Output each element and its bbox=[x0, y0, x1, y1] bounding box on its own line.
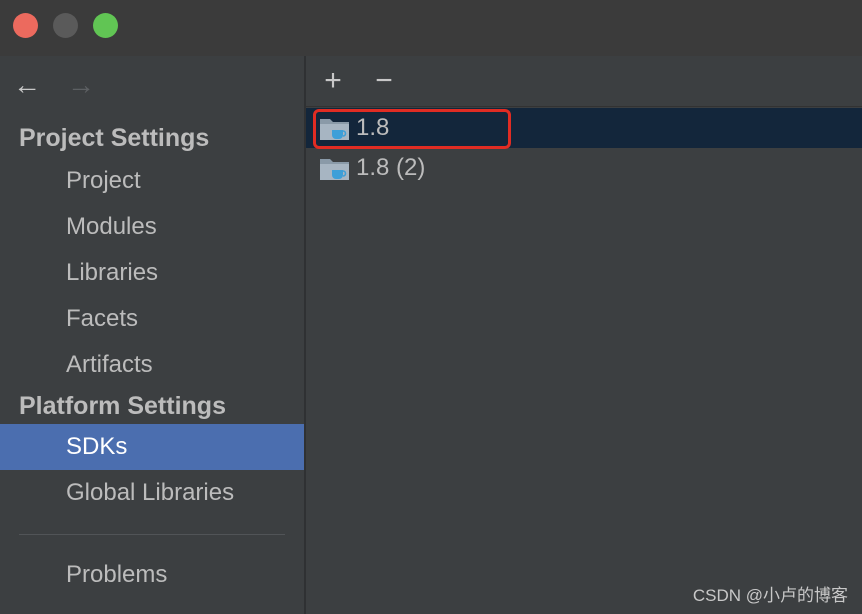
window-maximize-button[interactable] bbox=[93, 13, 118, 38]
section-title-platform-settings: Platform Settings bbox=[19, 392, 226, 420]
sidebar-item-modules[interactable]: Modules bbox=[0, 204, 304, 250]
sidebar-item-label: Global Libraries bbox=[66, 479, 235, 506]
window-close-button[interactable] bbox=[13, 13, 38, 38]
sidebar-item-label: Problems bbox=[66, 561, 168, 588]
section-title-project-settings: Project Settings bbox=[19, 124, 210, 152]
sidebar-item-label: Libraries bbox=[66, 259, 159, 286]
sidebar-item-label: Project bbox=[66, 167, 141, 194]
sidebar-item-label: SDKs bbox=[66, 433, 128, 460]
add-sdk-button[interactable]: + bbox=[318, 66, 348, 96]
title-bar bbox=[0, 0, 862, 56]
sidebar: ← → Project Settings Project Modules Lib… bbox=[0, 56, 304, 614]
watermark: CSDN @小卢的博客 bbox=[692, 586, 848, 605]
toolbar-divider bbox=[306, 106, 862, 107]
sidebar-item-sdks[interactable]: SDKs bbox=[0, 424, 304, 470]
sdk-list-item[interactable]: 1.8 (2) bbox=[306, 148, 862, 188]
sidebar-item-facets[interactable]: Facets bbox=[0, 296, 304, 342]
sidebar-item-label: Artifacts bbox=[66, 351, 153, 378]
remove-sdk-button[interactable]: − bbox=[369, 66, 399, 96]
sdk-name: 1.8 (2) bbox=[356, 154, 426, 181]
window-minimize-button[interactable] bbox=[53, 13, 78, 38]
back-arrow-icon[interactable]: ← bbox=[12, 70, 42, 100]
jdk-folder-icon bbox=[320, 159, 349, 180]
forward-arrow-icon[interactable]: → bbox=[66, 70, 96, 100]
sidebar-item-project[interactable]: Project bbox=[0, 158, 304, 204]
sidebar-divider bbox=[19, 534, 285, 535]
annotation-highlight-box bbox=[313, 109, 511, 149]
sidebar-item-label: Modules bbox=[66, 213, 157, 240]
sidebar-item-problems[interactable]: Problems bbox=[0, 552, 304, 598]
sidebar-item-label: Facets bbox=[66, 305, 139, 332]
sidebar-item-libraries[interactable]: Libraries bbox=[0, 250, 304, 296]
sidebar-item-artifacts[interactable]: Artifacts bbox=[0, 342, 304, 388]
sidebar-item-global-libraries[interactable]: Global Libraries bbox=[0, 470, 304, 516]
